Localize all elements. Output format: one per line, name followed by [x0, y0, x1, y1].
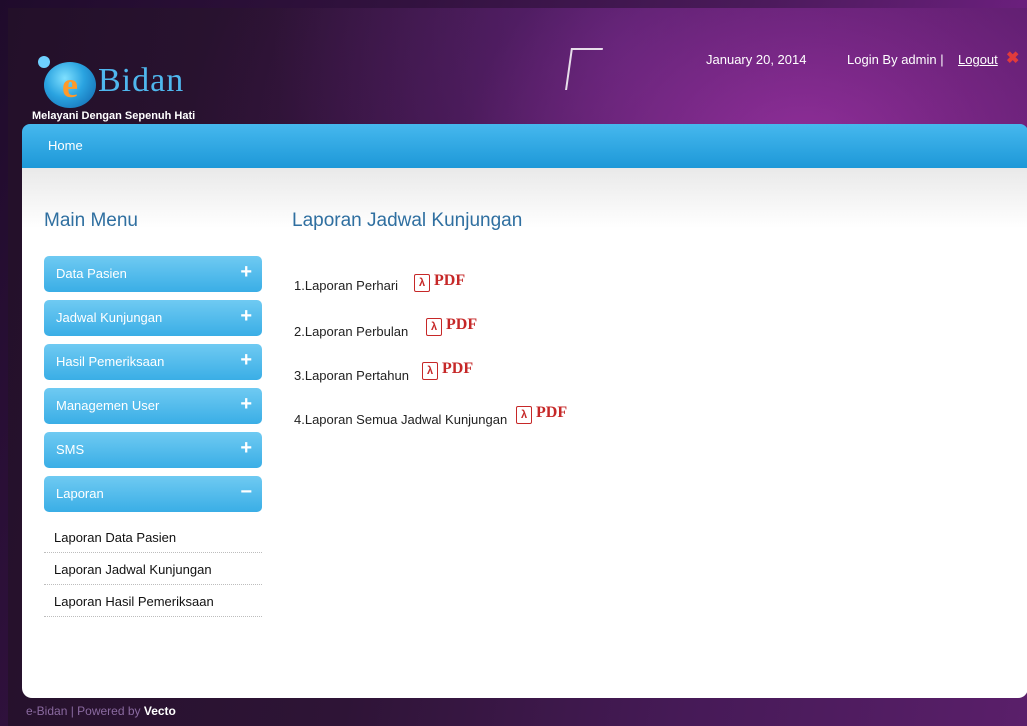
page-title: Laporan Jadwal Kunjungan [292, 210, 523, 231]
pdf-link-pertahun[interactable]: λ PDF [422, 360, 478, 382]
submenu-item-label: Laporan Data Pasien [54, 530, 177, 545]
expand-icon: + [240, 261, 252, 283]
report-label-perbulan: 2.Laporan Perbulan [294, 324, 409, 339]
sidebar-item-laporan[interactable]: Laporan − [44, 476, 262, 512]
footer-text: e-Bidan | Powered by [26, 704, 141, 718]
expand-icon: + [240, 349, 252, 371]
logout-icon[interactable]: ✖ [1006, 48, 1019, 68]
sidebar-item-label: Jadwal Kunjungan [56, 310, 163, 325]
submenu-item-laporan-jadwal-kunjungan[interactable]: Laporan Jadwal Kunjungan [44, 554, 262, 585]
pdf-link-perhari[interactable]: λ PDF [414, 272, 470, 294]
pdf-link-semua[interactable]: λ PDF [516, 404, 572, 426]
report-label-perhari: 1.Laporan Perhari [294, 278, 399, 293]
sidebar-item-sms[interactable]: SMS + [44, 432, 262, 468]
pdf-icon: λ [414, 274, 430, 292]
top-nav-bar: Home [22, 124, 1027, 168]
report-label-semua: 4.Laporan Semua Jadwal Kunjungan [294, 412, 508, 427]
sidebar-item-jadwal-kunjungan[interactable]: Jadwal Kunjungan + [44, 300, 262, 336]
sidebar-item-data-pasien[interactable]: Data Pasien + [44, 256, 262, 292]
pdf-icon: λ [426, 318, 442, 336]
sidebar-item-label: Data Pasien [56, 266, 127, 281]
logo-wordmark: Bidan [98, 62, 185, 99]
pdf-link-label: PDF [446, 316, 478, 333]
expand-icon: + [240, 437, 252, 459]
login-status: Login By admin | [847, 52, 944, 67]
logo-letter: e [62, 65, 78, 105]
sidebar-item-hasil-pemeriksaan[interactable]: Hasil Pemeriksaan + [44, 344, 262, 380]
pdf-icon: λ [516, 406, 532, 424]
sidebar-item-label: Managemen User [56, 398, 160, 413]
logo-emblem: e [44, 62, 96, 108]
submenu-item-label: Laporan Hasil Pemeriksaan [54, 594, 214, 609]
content-panel: Main Menu Data Pasien + Jadwal Kunjungan… [22, 168, 1027, 698]
logo-tagline: Melayani Dengan Sepenuh Hati [32, 110, 196, 122]
logout-link[interactable]: Logout [958, 52, 998, 67]
footer-brand: Vecto [143, 704, 176, 718]
nav-home-link[interactable]: Home [48, 138, 83, 153]
sparkle-decoration [565, 48, 603, 90]
submenu-item-label: Laporan Jadwal Kunjungan [54, 562, 212, 577]
logo: e Bidan Melayani Dengan Sepenuh Hati [32, 48, 252, 128]
footer: e-Bidan | Powered by Vecto [26, 704, 176, 718]
sidebar-item-managemen-user[interactable]: Managemen User + [44, 388, 262, 424]
report-label-pertahun: 3.Laporan Pertahun [294, 368, 409, 383]
header-date: January 20, 2014 [706, 52, 807, 67]
expand-icon: + [240, 393, 252, 415]
sidebar-item-label: SMS [56, 442, 85, 457]
pdf-link-label: PDF [434, 272, 466, 289]
collapse-icon: − [240, 481, 252, 503]
submenu-item-laporan-hasil-pemeriksaan[interactable]: Laporan Hasil Pemeriksaan [44, 586, 262, 617]
pdf-link-label: PDF [442, 360, 474, 377]
pdf-icon: λ [422, 362, 438, 380]
pdf-link-perbulan[interactable]: λ PDF [426, 316, 482, 338]
pdf-link-label: PDF [536, 404, 568, 421]
sidebar-item-label: Laporan [56, 486, 104, 501]
sidebar-item-label: Hasil Pemeriksaan [56, 354, 165, 369]
expand-icon: + [240, 305, 252, 327]
sidebar-title: Main Menu [44, 210, 138, 231]
submenu-item-laporan-data-pasien[interactable]: Laporan Data Pasien [44, 522, 262, 553]
page-frame: e Bidan Melayani Dengan Sepenuh Hati Jan… [8, 8, 1027, 726]
